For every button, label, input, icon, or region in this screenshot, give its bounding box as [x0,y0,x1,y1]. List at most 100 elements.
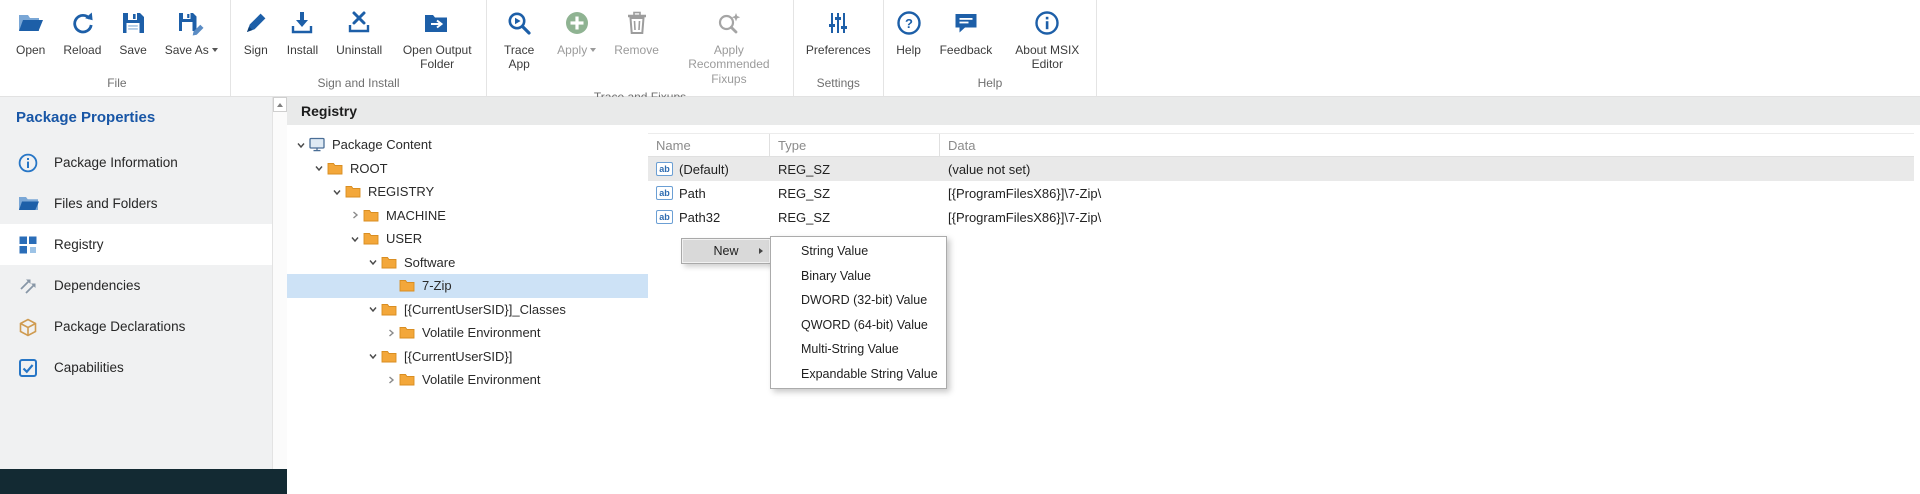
value-name: Path32 [679,210,720,225]
tree-item-volatile-environment-1[interactable]: Volatile Environment [287,321,648,345]
chevron-right-icon[interactable] [383,375,399,385]
chevron-right-icon[interactable] [383,328,399,338]
main-panel: Registry Package Content ROOT REGIS [287,97,1920,494]
submenu-item-string-value[interactable]: String Value [771,239,946,264]
help-button[interactable]: ? Help [887,5,931,59]
tree-item-label: [{CurrentUserSID}] [404,349,512,364]
sidebar-item-registry[interactable]: Registry [0,224,287,265]
ribbon-group-label-help: Help [887,74,1094,96]
reload-button[interactable]: Reload [54,5,110,59]
sidebar-item-files-and-folders[interactable]: Files and Folders [0,183,287,224]
reload-icon [68,7,96,39]
svg-text:?: ? [905,16,913,31]
about-msix-editor-button[interactable]: About MSIX Editor [1001,5,1093,74]
apply-button[interactable]: Apply [548,5,605,59]
column-header-type[interactable]: Type [770,134,940,156]
chevron-down-icon[interactable] [293,140,309,150]
remove-button[interactable]: Remove [605,5,668,59]
chevron-down-icon[interactable] [365,257,381,267]
sidebar-item-package-declarations[interactable]: Package Declarations [0,306,287,347]
fixups-magnifier-icon [716,7,742,39]
trace-app-button[interactable]: Trace App [490,5,548,74]
triangle-up-icon [277,103,283,107]
submenu-item-expandable-string-value[interactable]: Expandable String Value [771,362,946,387]
value-type: REG_SZ [770,210,940,225]
sidebar-title: Package Properties [0,97,287,142]
save-button[interactable]: Save [110,5,155,59]
folder-icon [327,162,347,175]
sidebar-item-dependencies[interactable]: Dependencies [0,265,287,306]
open-folder-icon [17,7,45,39]
sidebar-item-label: Package Declarations [54,319,185,334]
folder-icon [381,303,401,316]
table-row[interactable]: ab (Default) REG_SZ (value not set) [648,157,1914,181]
save-button-label: Save [119,43,146,57]
value-name: Path [679,186,706,201]
preferences-label: Preferences [806,43,871,57]
tree-item-registry[interactable]: REGISTRY [287,180,648,204]
sidebar-item-package-information[interactable]: Package Information [0,142,287,183]
folder-icon [17,193,39,215]
dependencies-arrows-icon [17,275,39,297]
save-as-icon [177,7,205,39]
save-as-button[interactable]: Save As [156,5,227,59]
value-name: (Default) [679,162,729,177]
tree-item-label: Package Content [332,137,432,152]
reg-sz-icon: ab [656,210,673,224]
tree-item-label: Volatile Environment [422,372,541,387]
chevron-down-icon[interactable] [329,187,345,197]
apply-recommended-fixups-label: Apply Recommended Fixups [677,43,781,86]
tree-item-software[interactable]: Software [287,251,648,275]
sidebar-scrollbar[interactable] [272,97,287,469]
apply-recommended-fixups-button[interactable]: Apply Recommended Fixups [668,5,790,88]
tree-item-label: REGISTRY [368,184,434,199]
sidebar-item-label: Dependencies [54,278,140,293]
tree-item-user[interactable]: USER [287,227,648,251]
registry-body: Package Content ROOT REGISTRY MACHINE [287,125,1920,494]
trace-app-label: Trace App [499,43,539,72]
sidebar-item-capabilities[interactable]: Capabilities [0,347,287,388]
uninstall-button[interactable]: Uninstall [327,5,391,59]
tree-item-currentusersid-classes[interactable]: [{CurrentUserSID}]_Classes [287,298,648,322]
page-title: Registry [287,97,1920,125]
table-row[interactable]: ab Path32 REG_SZ [{ProgramFilesX86}]\7-Z… [648,205,1914,229]
help-label: Help [896,43,921,57]
submenu-item-qword-value[interactable]: QWORD (64-bit) Value [771,313,946,338]
feedback-label: Feedback [940,43,993,57]
column-header-name[interactable]: Name [648,134,770,156]
column-header-data[interactable]: Data [940,134,1914,156]
folder-icon [363,209,383,222]
package-box-icon [17,316,39,338]
ribbon-group-help: ? Help Feedback About MSIX Editor Help [884,0,1098,96]
preferences-button[interactable]: Preferences [797,5,880,59]
chevron-down-icon[interactable] [365,351,381,361]
open-output-folder-button[interactable]: Open Output Folder [391,5,483,74]
tree-item-label: USER [386,231,422,246]
tree-item-volatile-environment-2[interactable]: Volatile Environment [287,368,648,392]
install-button[interactable]: Install [278,5,327,59]
chevron-down-icon[interactable] [365,304,381,314]
submenu-item-multi-string-value[interactable]: Multi-String Value [771,337,946,362]
tree-item-root[interactable]: ROOT [287,157,648,181]
tree-item-7zip[interactable]: 7-Zip [287,274,648,298]
context-menu-item-new[interactable]: New [683,240,769,262]
tree-item-package-content[interactable]: Package Content [287,133,648,157]
chevron-right-icon[interactable] [347,210,363,220]
chevron-down-icon[interactable] [311,163,327,173]
scroll-up-button[interactable] [273,97,287,112]
feedback-button[interactable]: Feedback [931,5,1002,59]
submenu-item-dword-value[interactable]: DWORD (32-bit) Value [771,288,946,313]
tree-item-currentusersid[interactable]: [{CurrentUserSID}] [287,345,648,369]
table-row[interactable]: ab Path REG_SZ [{ProgramFilesX86}]\7-Zip… [648,181,1914,205]
install-button-label: Install [287,43,318,57]
remove-label: Remove [614,43,659,57]
sign-button[interactable]: Sign [234,5,278,59]
ribbon-group-label-settings: Settings [797,74,880,96]
submenu-item-binary-value[interactable]: Binary Value [771,264,946,289]
tree-item-machine[interactable]: MACHINE [287,204,648,228]
sidebar-item-label: Capabilities [54,360,124,375]
chevron-down-icon[interactable] [347,234,363,244]
save-as-button-label: Save As [165,43,209,57]
context-submenu: String Value Binary Value DWORD (32-bit)… [770,236,947,389]
open-button[interactable]: Open [7,5,54,59]
